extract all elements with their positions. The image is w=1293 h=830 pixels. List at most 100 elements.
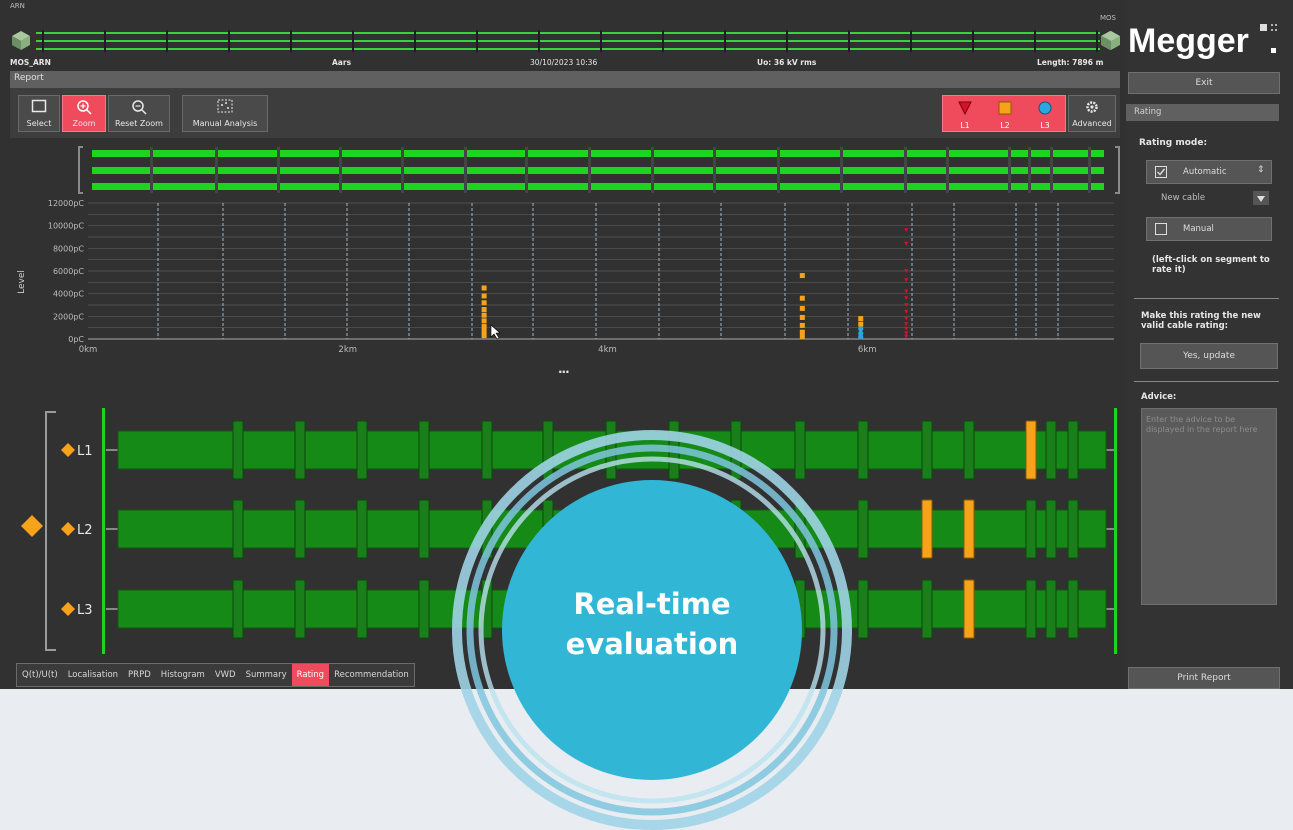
cable-type-value[interactable]: New cable	[1161, 193, 1205, 203]
more-options-dots[interactable]: ...	[558, 362, 570, 376]
advanced-label: Advanced	[1072, 119, 1112, 128]
tab-q-t-u-t-[interactable]: Q(t)/U(t)	[17, 664, 63, 686]
overview-joint	[464, 147, 467, 193]
rating-section-title: Rating	[1134, 107, 1162, 117]
cable-type-dropdown[interactable]	[1253, 191, 1269, 205]
reset-zoom-button[interactable]: Reset Zoom	[108, 95, 170, 132]
y-tick-label: 8000pC	[53, 244, 84, 253]
pd-point-l1	[904, 241, 909, 246]
pd-point-l2	[481, 300, 487, 306]
joint	[418, 579, 430, 639]
overview-joint	[713, 147, 716, 193]
top-joint	[724, 30, 726, 52]
advice-textarea[interactable]: Enter the advice to be displayed in the …	[1141, 408, 1277, 605]
cable-overview-top[interactable]	[36, 28, 1100, 54]
tab-summary[interactable]: Summary	[241, 664, 292, 686]
joint	[232, 579, 244, 639]
pd-point-l1	[904, 289, 909, 294]
cable-length: Length: 7896 m	[1037, 58, 1104, 67]
pd-point-l3	[858, 326, 864, 332]
tab-recommendation[interactable]: Recommendation	[329, 664, 414, 686]
overview-joint	[277, 147, 280, 193]
phase-l3-toggle[interactable]: L3	[1025, 96, 1065, 133]
print-report-button[interactable]: Print Report	[1128, 667, 1280, 689]
zoom-in-icon	[63, 99, 105, 118]
joint	[921, 420, 933, 480]
phase-l2-toggle[interactable]: L2	[985, 96, 1025, 133]
pd-point-l2	[799, 329, 805, 335]
y-tick-label: 12000pC	[48, 199, 85, 208]
datetime: 30/10/2023 10:36	[530, 58, 598, 67]
manual-analysis-button[interactable]: Manual Analysis	[182, 95, 268, 132]
pd-point-l1	[904, 331, 909, 336]
joint	[356, 420, 368, 480]
joint	[1045, 579, 1057, 639]
pd-point-l1	[904, 296, 909, 301]
advice-placeholder: Enter the advice to be displayed in the …	[1146, 415, 1258, 434]
joint	[418, 420, 430, 480]
manual-label: Manual	[1183, 224, 1214, 234]
automatic-label: Automatic	[1183, 167, 1227, 177]
pd-level-chart[interactable]: 12000pC 10000pC 8000pC 6000pC 4000pC 2000pC 0p…	[10, 196, 1120, 372]
pd-point-l1	[904, 322, 909, 327]
manual-analysis-label: Manual Analysis	[192, 119, 258, 128]
x-tick-label: 2km	[338, 345, 357, 355]
top-joint	[786, 30, 788, 52]
y-tick-label: 2000pC	[53, 312, 84, 321]
joint	[921, 579, 933, 639]
top-joint	[414, 30, 416, 52]
tab-localisation[interactable]: Localisation	[63, 664, 123, 686]
joint	[857, 499, 869, 559]
zoom-label: Zoom	[72, 119, 96, 128]
yes-update-button[interactable]: Yes, update	[1140, 343, 1278, 369]
select-button[interactable]: Select	[18, 95, 60, 132]
top-joint	[1034, 30, 1036, 52]
top-joint	[1096, 30, 1098, 52]
top-joint	[662, 30, 664, 52]
select-label: Select	[26, 119, 52, 128]
stepper-arrows-icon: ⇕	[1257, 165, 1265, 175]
pd-point-l2	[481, 307, 487, 313]
pd-point-l2	[481, 324, 487, 330]
joint	[356, 579, 368, 639]
checkbox-checked-icon	[1155, 166, 1167, 178]
pd-point-l2	[799, 314, 805, 320]
tab-rating[interactable]: Rating	[291, 664, 330, 686]
phase-l1-toggle[interactable]: L1	[945, 96, 985, 133]
manual-mode-select[interactable]: Manual	[1146, 217, 1272, 241]
left-station-icon	[10, 29, 32, 51]
overview-joint	[840, 147, 843, 193]
pd-point-l1	[904, 309, 909, 314]
joint	[1045, 499, 1057, 559]
zoom-button[interactable]: Zoom	[62, 95, 106, 132]
select-icon	[19, 99, 59, 116]
pd-point-l2	[481, 312, 487, 318]
automatic-mode-select[interactable]: Automatic ⇕	[1146, 160, 1272, 184]
advanced-button[interactable]: Advanced	[1068, 95, 1116, 132]
x-tick-label: 0km	[79, 345, 98, 355]
exit-button[interactable]: Exit	[1128, 72, 1280, 94]
manual-hint: (left-click on segment to rate it)	[1152, 255, 1270, 275]
cable-overview[interactable]	[78, 146, 1120, 194]
tab-histogram[interactable]: Histogram	[156, 664, 210, 686]
phase-l2-label: L2	[1000, 121, 1010, 130]
overview-joint	[1088, 147, 1091, 193]
tab-vwd[interactable]: VWD	[210, 664, 241, 686]
joint	[1045, 420, 1057, 480]
tab-prpd[interactable]: PRPD	[123, 664, 156, 686]
y-tick-label: 0pC	[68, 335, 84, 344]
zoom-out-icon	[109, 99, 169, 118]
joint-warning	[1025, 420, 1037, 480]
divider	[1134, 381, 1279, 382]
joint	[232, 499, 244, 559]
top-joint	[42, 30, 44, 52]
logo-text: Megger	[1128, 22, 1249, 60]
right-station-code: MOS	[1100, 14, 1116, 22]
overview-joint	[904, 147, 907, 193]
advice-label: Advice:	[1141, 392, 1177, 402]
overview-joint	[1008, 147, 1011, 193]
phase-l1-label: L1	[960, 121, 970, 130]
joint	[418, 499, 430, 559]
overview-joint	[339, 147, 342, 193]
pd-point-l2	[481, 328, 487, 334]
